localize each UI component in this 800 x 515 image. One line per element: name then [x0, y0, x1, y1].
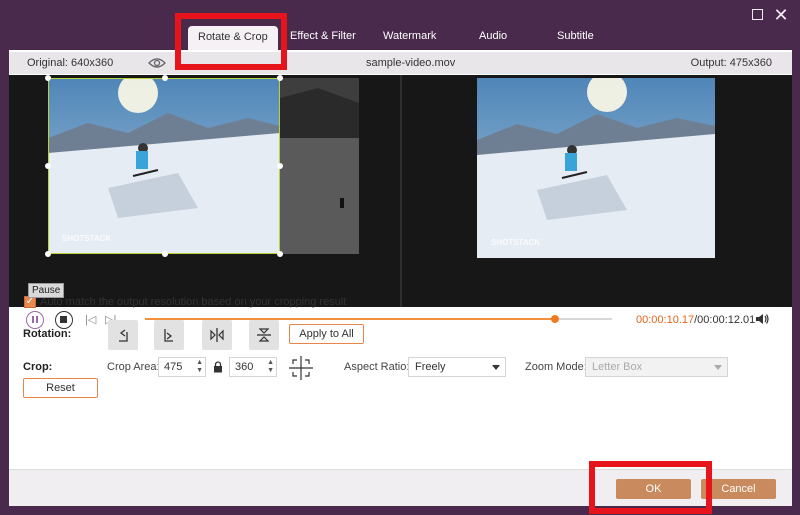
- zoom-mode-label: Zoom Mode:: [525, 361, 587, 373]
- flip-vertical-button[interactable]: [249, 320, 279, 350]
- crop-handle[interactable]: [277, 75, 283, 81]
- output-resolution: Output: 475x360: [690, 57, 772, 69]
- original-resolution: Original: 640x360: [27, 57, 114, 69]
- tab-bar: Rotate & Crop Effect & Filter Watermark …: [0, 26, 800, 50]
- rotate-left-icon: [119, 329, 128, 342]
- stop-button[interactable]: [55, 311, 73, 329]
- current-time: 00:00:10.17: [636, 314, 695, 326]
- aspect-ratio-select[interactable]: Freely: [408, 357, 506, 377]
- zoom-mode-select[interactable]: Letter Box: [585, 357, 728, 377]
- crop-handle[interactable]: [162, 251, 168, 257]
- lock-icon[interactable]: [213, 361, 223, 373]
- rotate-left-button[interactable]: [108, 320, 138, 350]
- crop-handle[interactable]: [162, 75, 168, 81]
- chevron-down-icon: [714, 365, 722, 370]
- aspect-ratio-value: Freely: [415, 361, 446, 373]
- pause-button[interactable]: [26, 311, 44, 329]
- highlight-ok-box: [589, 461, 712, 514]
- reset-button[interactable]: Reset: [23, 378, 98, 398]
- crop-width-input[interactable]: 475 ▲ ▼: [158, 357, 206, 377]
- rotation-label: Rotation:: [23, 328, 72, 340]
- close-icon[interactable]: ✕: [772, 6, 790, 24]
- tab-watermark[interactable]: Watermark: [383, 30, 436, 42]
- crop-handle[interactable]: [45, 251, 51, 257]
- flip-vertical-icon: [257, 328, 271, 342]
- crop-height-value: 360: [235, 361, 254, 373]
- pause-tooltip: Pause: [28, 283, 65, 298]
- editor-panel: Original: 640x360 sample-video.mov Outpu…: [9, 50, 792, 506]
- crop-handle[interactable]: [45, 163, 51, 169]
- crop-height-stepper[interactable]: ▲ ▼: [267, 359, 274, 375]
- apply-to-all-button[interactable]: Apply to All: [289, 324, 364, 344]
- watermark-logo: SHOTSTACK: [491, 238, 540, 247]
- maximize-icon[interactable]: [748, 6, 766, 24]
- rotate-right-button[interactable]: [154, 320, 184, 350]
- crop-area-label: Crop Area:: [107, 361, 160, 373]
- previous-frame-icon[interactable]: |◁: [85, 313, 96, 326]
- info-bar: Original: 640x360 sample-video.mov Outpu…: [9, 52, 792, 74]
- flip-horizontal-icon: [210, 328, 224, 342]
- crop-width-value: 475: [164, 361, 183, 373]
- progress-handle[interactable]: [551, 315, 560, 323]
- tab-audio[interactable]: Audio: [479, 30, 507, 42]
- crop-handle[interactable]: [277, 163, 283, 169]
- tab-subtitle[interactable]: Subtitle: [557, 30, 594, 42]
- crop-label: Crop:: [23, 361, 53, 373]
- total-time: /00:00:12.01: [694, 314, 756, 326]
- crop-width-stepper[interactable]: ▲ ▼: [196, 359, 203, 375]
- file-name: sample-video.mov: [366, 57, 456, 69]
- zoom-mode-value: Letter Box: [592, 361, 643, 373]
- cancel-button[interactable]: Cancel: [701, 479, 776, 499]
- preview-divider: [400, 75, 402, 307]
- video-preview: SHOTSTACK SHOTSTACK: [9, 75, 792, 307]
- chevron-down-icon: [492, 365, 500, 370]
- volume-icon[interactable]: [755, 312, 769, 326]
- highlight-tab-box: [175, 13, 287, 70]
- rotate-right-icon: [164, 329, 173, 342]
- eye-icon[interactable]: [148, 57, 166, 69]
- tab-effect-filter[interactable]: Effect & Filter: [290, 30, 356, 42]
- crop-height-input[interactable]: 360 ▲ ▼: [229, 357, 277, 377]
- crop-box[interactable]: [45, 75, 283, 257]
- auto-match-label: Auto match the output resolution based o…: [40, 296, 347, 308]
- crop-handle[interactable]: [45, 75, 51, 81]
- flip-horizontal-button[interactable]: [202, 320, 232, 350]
- aspect-ratio-label: Aspect Ratio:: [344, 361, 410, 373]
- output-video-frame: SHOTSTACK: [477, 78, 715, 258]
- center-crop-icon[interactable]: [288, 355, 314, 381]
- time-display: 00:00:10.17/00:00:12.01: [636, 314, 755, 326]
- crop-handle[interactable]: [277, 251, 283, 257]
